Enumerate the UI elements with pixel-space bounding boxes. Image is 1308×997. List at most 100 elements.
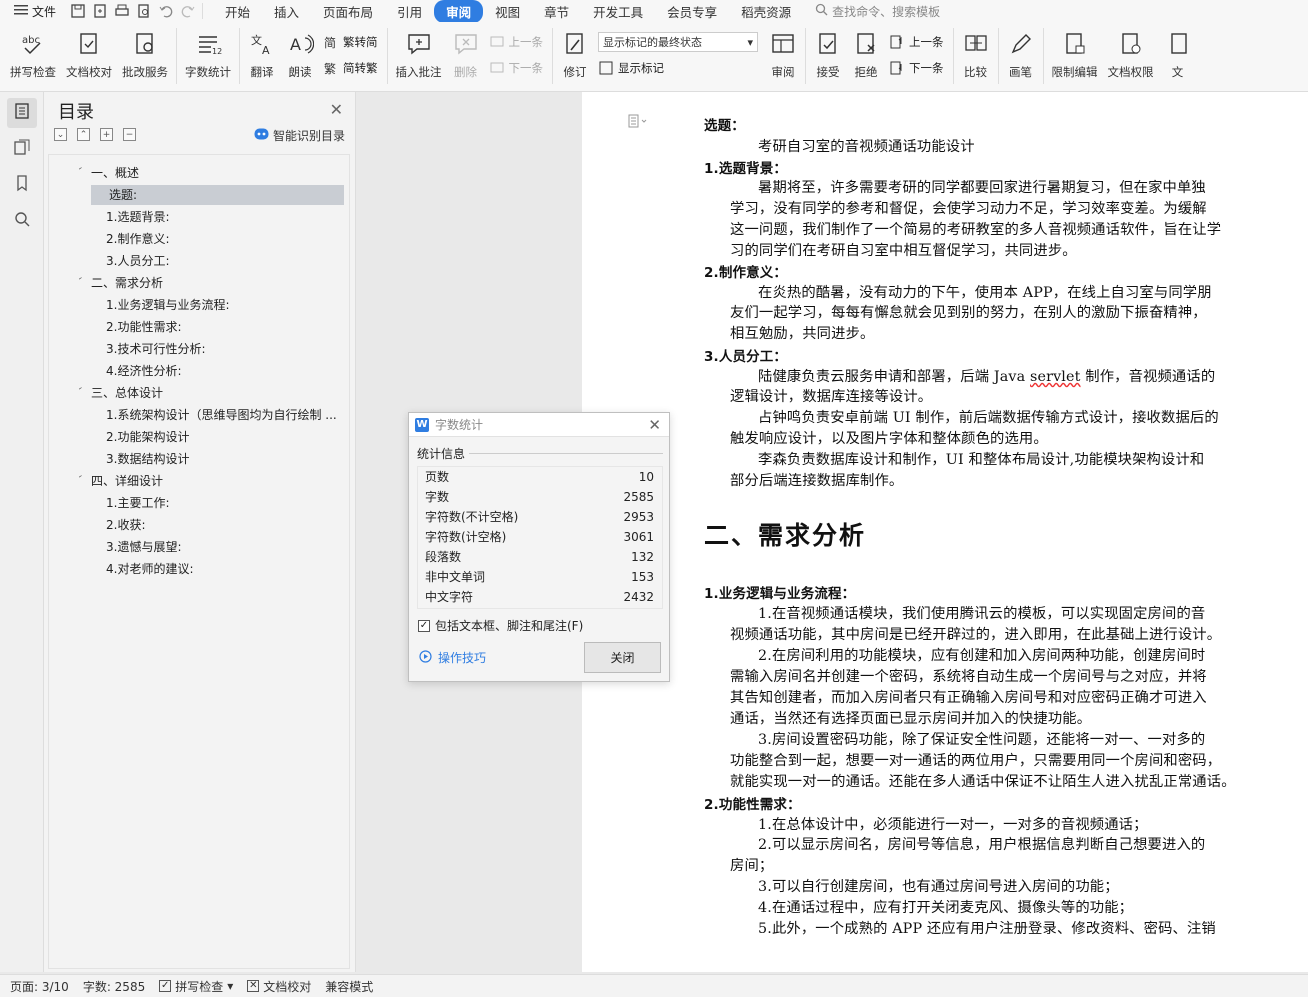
word-count-indicator[interactable]: 字数: 2585 bbox=[83, 978, 145, 995]
tab-start[interactable]: 开始 bbox=[213, 0, 262, 23]
paragraph-line: 触发响应设计，以及图片字体和整体颜色的选用。 bbox=[730, 431, 1048, 447]
page-indicator[interactable]: 页面: 3/10 bbox=[10, 978, 69, 995]
translate-button[interactable]: 文A 翻译 bbox=[243, 22, 281, 88]
chevron-down-icon[interactable]: ﹀ bbox=[79, 273, 82, 293]
toc-heading-1[interactable]: ﹀ 一、概述 bbox=[79, 163, 139, 183]
trad-to-simp-button[interactable]: 简繁转简 bbox=[323, 32, 378, 52]
restrict-edit-button[interactable]: 限制编辑 bbox=[1047, 22, 1103, 88]
accept-button[interactable]: 接受 bbox=[809, 22, 847, 88]
next-comment-button[interactable]: 下一条 bbox=[489, 58, 543, 78]
toc-heading-2[interactable]: 4.对老师的建议: bbox=[106, 559, 346, 579]
chevron-down-icon[interactable]: ﹀ bbox=[79, 383, 82, 403]
toc-heading-2[interactable]: 4.经济性分析: bbox=[106, 361, 346, 381]
toc-nav-button[interactable] bbox=[7, 98, 37, 128]
close-icon[interactable]: ✕ bbox=[330, 100, 343, 119]
page-options-icon[interactable] bbox=[628, 114, 647, 128]
export-pdf-icon[interactable] bbox=[92, 3, 108, 19]
show-markup-button[interactable]: 显示标记 bbox=[598, 58, 758, 78]
collapse-all-icon[interactable]: ⌄ bbox=[54, 128, 67, 141]
pen-button[interactable]: 画笔 bbox=[1002, 22, 1040, 88]
tab-page-layout[interactable]: 页面布局 bbox=[311, 0, 385, 23]
tab-chapter[interactable]: 章节 bbox=[532, 0, 581, 23]
prev-change-button[interactable]: 上一条 bbox=[889, 32, 944, 52]
toc-item-label: 选题: bbox=[109, 188, 138, 202]
tips-link[interactable]: 操作技巧 bbox=[419, 649, 486, 666]
doc-permission-button[interactable]: 文档权限 bbox=[1103, 22, 1159, 88]
delete-comment-button[interactable]: 删除 bbox=[447, 22, 485, 88]
review-pane-button[interactable]: 审阅 bbox=[764, 22, 802, 88]
toc-heading-2[interactable]: 选题: bbox=[91, 185, 344, 205]
toc-heading-1[interactable]: ﹀ 二、需求分析 bbox=[79, 273, 163, 293]
more-ribbon-button[interactable]: 文 bbox=[1159, 22, 1197, 88]
remove-heading-icon[interactable]: − bbox=[123, 128, 136, 141]
tab-references[interactable]: 引用 bbox=[385, 0, 434, 23]
compare-label: 比较 bbox=[964, 65, 987, 79]
toc-heading-2[interactable]: 2.收获: bbox=[106, 515, 346, 535]
heading-2: 选题： bbox=[704, 118, 745, 134]
read-aloud-button[interactable]: A 朗读 bbox=[281, 22, 319, 88]
command-search[interactable]: 查找命令、搜索模板 bbox=[815, 3, 940, 20]
track-changes-button[interactable]: 修订 bbox=[556, 22, 594, 88]
insert-comment-button[interactable]: 插入批注 bbox=[391, 22, 447, 88]
chevron-down-icon[interactable]: ﹀ bbox=[79, 163, 82, 183]
toc-heading-2[interactable]: 1.系统架构设计（思维导图均为自行绘制 ... bbox=[106, 405, 346, 425]
paragraph-line: 3.可以自行创建房间，也有通过房间号进入房间的功能； bbox=[758, 879, 1119, 895]
toc-heading-2[interactable]: 1.主要工作: bbox=[106, 493, 346, 513]
simp-to-trad-button[interactable]: 繁简转繁 bbox=[323, 58, 378, 78]
compare-button[interactable]: 比较 bbox=[957, 22, 995, 88]
next-change-button[interactable]: 下一条 bbox=[889, 58, 944, 78]
tab-review[interactable]: 审阅 bbox=[434, 0, 484, 23]
toc-item-label: 4.经济性分析: bbox=[106, 364, 182, 378]
include-textbox-checkbox[interactable]: ✓ 包括文本框、脚注和尾注(F) bbox=[418, 617, 583, 634]
undo-icon[interactable] bbox=[158, 3, 174, 19]
spell-check-button[interactable]: abc 拼写检查 bbox=[0, 22, 61, 88]
add-heading-icon[interactable]: + bbox=[100, 128, 113, 141]
file-menu[interactable]: 文件 bbox=[0, 3, 64, 20]
toc-heading-1[interactable]: ﹀ 三、总体设计 bbox=[79, 383, 163, 403]
svg-text:简: 简 bbox=[324, 36, 336, 50]
expand-all-icon[interactable]: ⌃ bbox=[77, 128, 90, 141]
ribbon-separator bbox=[997, 28, 999, 84]
redo-icon[interactable] bbox=[180, 3, 196, 19]
tab-view[interactable]: 视图 bbox=[483, 0, 532, 23]
print-icon[interactable] bbox=[114, 3, 130, 19]
prev-comment-button[interactable]: 上一条 bbox=[489, 32, 543, 52]
spell-check-toggle[interactable]: ✓ 拼写检查 ▾ bbox=[159, 978, 233, 995]
close-icon[interactable]: ✕ bbox=[648, 416, 661, 434]
print-preview-icon[interactable] bbox=[136, 3, 152, 19]
correction-service-button[interactable]: 批改服务 bbox=[117, 22, 173, 88]
spelling-error-mark[interactable]: servlet bbox=[1030, 369, 1081, 385]
close-button[interactable]: 关闭 bbox=[584, 642, 661, 673]
tab-docer[interactable]: 稻壳资源 bbox=[729, 0, 803, 23]
paragraph-line: 部分后端连接数据库制作。 bbox=[730, 473, 904, 489]
toc-item-label: 1.主要工作: bbox=[106, 496, 170, 510]
toc-heading-2[interactable]: 3.遗憾与展望: bbox=[106, 537, 346, 557]
chapter-nav-button[interactable] bbox=[7, 134, 37, 164]
bookmark-nav-button[interactable] bbox=[7, 170, 37, 200]
toc-heading-2[interactable]: 3.人员分工: bbox=[106, 251, 346, 271]
toc-heading-2[interactable]: 2.功能性需求: bbox=[106, 317, 346, 337]
word-count-button[interactable]: 123 字数统计 bbox=[180, 22, 236, 88]
smart-toc-button[interactable]: 智能识别目录 bbox=[254, 127, 345, 144]
toc-list: ﹀ 一、概述选题: 1.选题背景: 2.制作意义: 3.人员分工: ﹀ 二、需求分析 1.业务… bbox=[48, 154, 350, 969]
tab-insert[interactable]: 插入 bbox=[262, 0, 311, 23]
doc-proof-status[interactable]: ✕ 文档校对 bbox=[247, 978, 311, 995]
toc-heading-1[interactable]: ﹀ 四、详细设计 bbox=[79, 471, 163, 491]
play-circle-icon bbox=[419, 649, 432, 666]
toc-heading-2[interactable]: 3.数据结构设计 bbox=[106, 449, 346, 469]
reject-button[interactable]: 拒绝 bbox=[847, 22, 885, 88]
toc-heading-2[interactable]: 1.业务逻辑与业务流程: bbox=[106, 295, 346, 315]
toc-heading-2[interactable]: 1.选题背景: bbox=[106, 207, 346, 227]
tab-member[interactable]: 会员专享 bbox=[655, 0, 729, 23]
markup-state-select[interactable]: 显示标记的最终状态 ▾ bbox=[598, 32, 758, 52]
toc-heading-2[interactable]: 2.制作意义: bbox=[106, 229, 346, 249]
document-page[interactable]: 选题： 考研自习室的音视频通话功能设计 1.选题背景： 暑期将至，许多需要考研的同学都… bbox=[582, 92, 1308, 972]
toc-heading-2[interactable]: 3.技术可行性分析: bbox=[106, 339, 346, 359]
save-icon[interactable] bbox=[70, 3, 86, 19]
chevron-down-icon[interactable]: ﹀ bbox=[79, 471, 82, 491]
toc-heading-2[interactable]: 2.功能架构设计 bbox=[106, 427, 346, 447]
doc-proof-button[interactable]: 文档校对 bbox=[61, 22, 117, 88]
toc-item-label: 2.制作意义: bbox=[106, 232, 170, 246]
find-nav-button[interactable] bbox=[7, 206, 37, 236]
tab-developer[interactable]: 开发工具 bbox=[581, 0, 655, 23]
